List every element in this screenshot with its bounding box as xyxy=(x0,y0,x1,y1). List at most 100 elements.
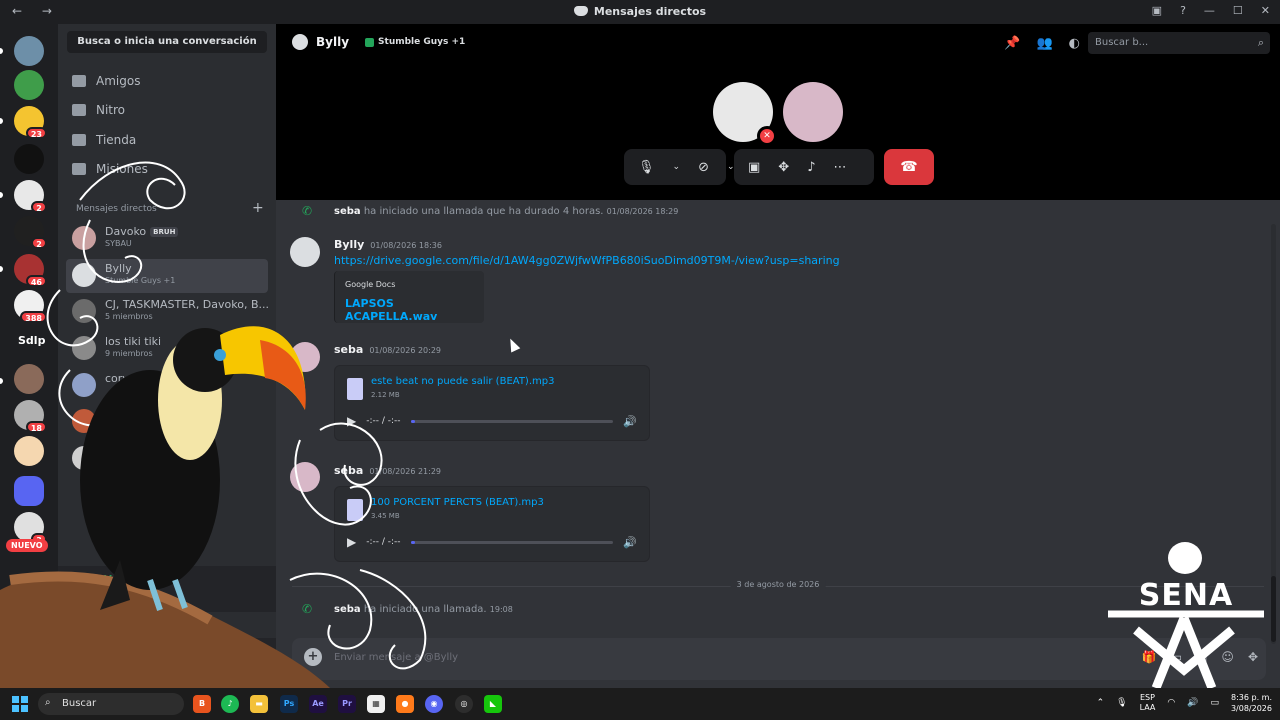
chevron-up-icon[interactable]: ⌃ xyxy=(1097,698,1105,708)
search-input[interactable]: Buscar b... ⌕ xyxy=(1088,32,1270,54)
message-author[interactable]: seba xyxy=(334,604,361,615)
message-author[interactable]: seba xyxy=(334,343,363,356)
chevron-down-icon[interactable]: ⌄ xyxy=(673,162,681,172)
screen-share-icon[interactable]: ▣ xyxy=(748,160,760,175)
wifi-icon[interactable]: ◠ xyxy=(1167,698,1175,708)
create-dm-button[interactable]: + xyxy=(252,200,264,216)
file-name-link[interactable]: 100 PORCENT PERCTS (BEAT).mp3 xyxy=(371,497,544,508)
search-icon: ⌕ xyxy=(45,697,51,708)
header-actions: 📌 👥 ◐ xyxy=(1004,36,1080,51)
folder-icon[interactable] xyxy=(14,476,44,506)
dm-name: C... xyxy=(105,445,124,458)
more-options-icon[interactable]: ⋯ xyxy=(834,160,847,175)
message-author[interactable]: seba xyxy=(334,464,363,477)
app-icon[interactable]: ◣ xyxy=(484,695,502,713)
disconnect-button[interactable]: ☎ xyxy=(884,149,934,185)
server-icon[interactable]: 3 xyxy=(14,512,47,545)
microphone-icon[interactable]: 🎙 xyxy=(1116,698,1127,708)
after-effects-icon[interactable]: Ae xyxy=(309,695,327,713)
server-icon[interactable]: 388 xyxy=(14,290,47,323)
discord-icon[interactable]: ◉ xyxy=(425,695,443,713)
language-indicator[interactable]: ESP LAA xyxy=(1140,693,1156,713)
server-icon[interactable] xyxy=(14,364,44,394)
server-icon[interactable] xyxy=(14,36,44,66)
bylly-call-avatar[interactable]: ✕ xyxy=(713,82,777,146)
photoshop-icon[interactable]: Ps xyxy=(280,695,298,713)
voice-status[interactable]: Voz co... xyxy=(104,574,152,585)
profile-icon[interactable]: ◐ xyxy=(1069,36,1080,51)
clock[interactable]: 8:36 p. m. 3/08/2026 xyxy=(1231,692,1272,714)
microphone-icon[interactable]: 🎙 xyxy=(638,160,655,175)
store-icon[interactable]: ▦ xyxy=(367,695,385,713)
file-name-link[interactable]: este beat no puede salir (BEAT).mp3 xyxy=(371,376,554,387)
nav-shop[interactable]: Tienda xyxy=(72,128,136,152)
attach-plus-icon[interactable]: + xyxy=(304,648,322,666)
activities-icon[interactable]: ✥ xyxy=(778,160,789,175)
server-icon[interactable]: 18 xyxy=(14,400,47,433)
dm-item[interactable]: Fi... xyxy=(66,405,268,439)
server-icon[interactable]: 46 xyxy=(14,254,47,287)
add-friend-icon[interactable]: 👥 xyxy=(1036,36,1052,51)
nav-nitro[interactable]: Nitro xyxy=(72,98,125,122)
minimize-button[interactable]: — xyxy=(1204,4,1215,17)
message-author[interactable]: Bylly xyxy=(334,238,364,251)
seba-avatar[interactable] xyxy=(290,342,320,372)
new-badge: NUEVO xyxy=(6,539,48,552)
spotify-icon[interactable]: ♪ xyxy=(221,695,239,713)
headphones-icon[interactable]: 🎧 xyxy=(185,652,201,667)
call-area: Bylly Stumble Guys +1 📌 👥 ◐ Buscar b... ⌕… xyxy=(276,24,1280,200)
microphone-icon[interactable]: 🎙 xyxy=(154,652,171,667)
premiere-icon[interactable]: Pr xyxy=(338,695,356,713)
seba-avatar[interactable] xyxy=(290,462,320,492)
play-icon[interactable]: ▶ xyxy=(347,535,356,549)
dm-item-active[interactable]: Bylly Stumble Guys +1 xyxy=(66,259,268,293)
volume-icon[interactable]: 🔊 xyxy=(623,415,637,428)
dm-item[interactable]: CJ, TASKMASTER, Davoko, B... 5 miembros xyxy=(66,295,269,329)
server-icon[interactable] xyxy=(14,144,44,174)
battery-icon[interactable]: ▭ xyxy=(1210,698,1219,708)
server-icon[interactable]: 2 xyxy=(14,180,47,213)
volume-icon[interactable]: 🔊 xyxy=(1187,698,1198,708)
app-icon[interactable]: ● xyxy=(396,695,414,713)
server-sdlp-label[interactable]: Sdlp xyxy=(18,334,45,347)
maximize-button[interactable]: ☐ xyxy=(1233,4,1243,17)
settings-gear-icon[interactable]: ⚙ xyxy=(215,652,227,667)
progress-track[interactable] xyxy=(410,419,614,423)
camera-off-icon[interactable]: ⊘ xyxy=(698,160,709,175)
volume-icon[interactable]: 🔊 xyxy=(623,536,637,549)
soundboard-icon[interactable]: ♪ xyxy=(807,160,815,175)
server-icon[interactable]: 23 xyxy=(14,106,47,139)
signal-icon[interactable] xyxy=(76,576,94,594)
dm-item[interactable]: C... xyxy=(66,442,268,476)
dm-item[interactable]: los tiki tiki 9 miembros xyxy=(66,332,268,366)
taskbar-search[interactable]: ⌕ Buscar xyxy=(38,693,184,715)
server-icon[interactable]: 2 xyxy=(14,216,47,249)
windows-start-icon[interactable] xyxy=(12,696,28,712)
scrollbar-thumb[interactable] xyxy=(1271,576,1276,642)
file-explorer-icon[interactable]: ▬ xyxy=(250,695,268,713)
find-conversation-button[interactable]: Busca o inicia una conversación xyxy=(67,31,267,53)
bylly-avatar[interactable] xyxy=(290,237,320,267)
dm-item[interactable]: corynight73 xyxy=(66,369,268,403)
server-icon[interactable] xyxy=(14,436,44,466)
close-button[interactable]: ✕ xyxy=(1261,4,1270,17)
timestamp: 01/08/2026 20:29 xyxy=(369,346,442,355)
obs-icon[interactable]: ◎ xyxy=(455,695,473,713)
header-avatar xyxy=(292,34,308,50)
seba-call-avatar[interactable] xyxy=(783,82,843,142)
avatar xyxy=(72,226,96,250)
drive-link[interactable]: https://drive.google.com/file/d/1AW4gg0Z… xyxy=(334,254,840,267)
embed-title[interactable]: LAPSOS ACAPELLA.wav xyxy=(345,297,484,323)
play-icon[interactable]: ▶ xyxy=(347,414,356,428)
message-author[interactable]: seba xyxy=(334,206,361,217)
brave-icon[interactable]: B xyxy=(193,695,211,713)
nav-quests[interactable]: Misiones xyxy=(72,157,148,181)
pin-icon[interactable]: 📌 xyxy=(1004,36,1020,51)
inbox-icon[interactable]: ▣ xyxy=(1152,4,1162,17)
dm-item[interactable]: Davoko BRUH SYBAU xyxy=(66,222,268,256)
server-icon[interactable] xyxy=(14,70,44,100)
help-icon[interactable]: ? xyxy=(1180,4,1186,17)
nav-friends[interactable]: Amigos xyxy=(72,69,140,93)
scrollbar[interactable] xyxy=(1271,224,1276,644)
progress-track[interactable] xyxy=(410,540,614,544)
